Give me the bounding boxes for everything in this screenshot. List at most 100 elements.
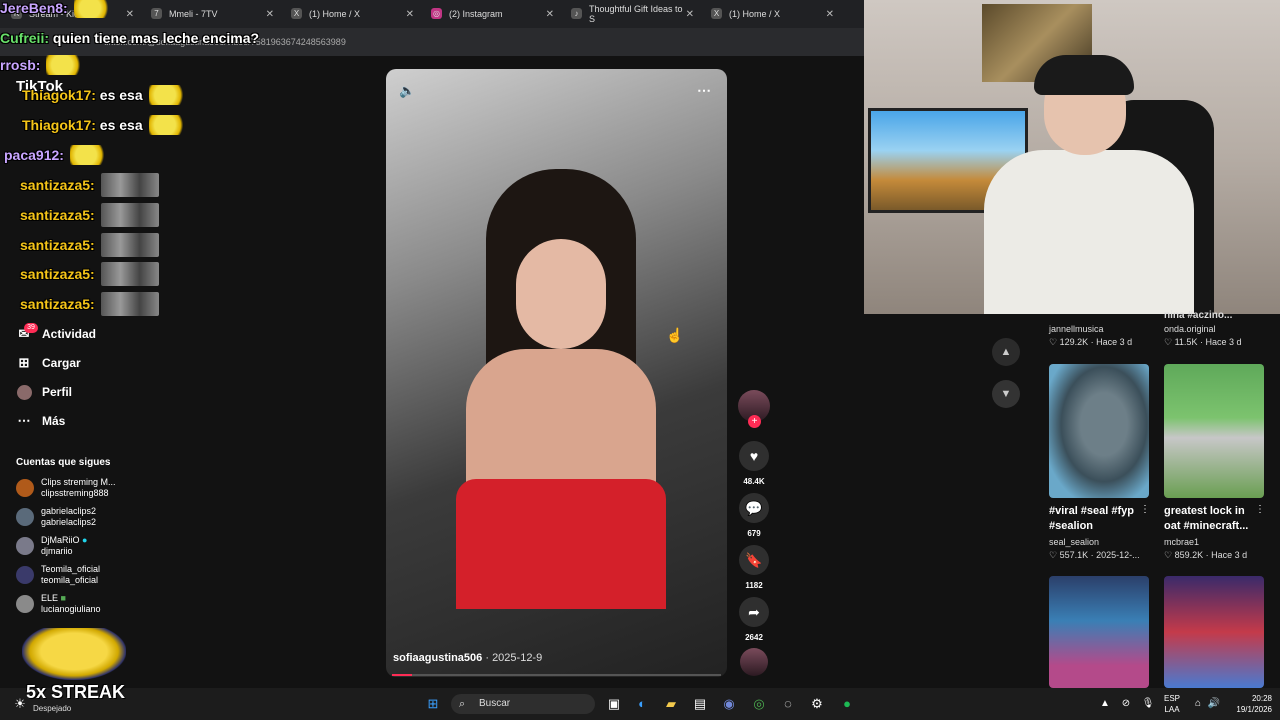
avatar xyxy=(16,508,34,526)
edge-icon[interactable]: ◐ xyxy=(634,696,650,712)
card-title[interactable]: greatest lock in oat #minecraft... xyxy=(1164,504,1256,534)
microphone-icon[interactable]: 🎙 xyxy=(1140,696,1156,712)
close-icon[interactable]: ✕ xyxy=(406,9,414,20)
emote-icon xyxy=(148,115,189,135)
task-view-icon[interactable]: ▣ xyxy=(606,696,622,712)
chevron-up-icon: ▲ xyxy=(1000,346,1012,358)
emote-icon xyxy=(46,55,87,75)
chat-message: Cufreii: quien tiene mas leche encima? xyxy=(0,30,260,46)
close-icon[interactable]: ✕ xyxy=(546,9,554,20)
store-icon[interactable]: ▤ xyxy=(692,696,708,712)
verified-icon: ● xyxy=(82,535,88,545)
app-icon[interactable]: ◌ xyxy=(780,696,796,712)
avatar xyxy=(16,595,34,613)
heart-icon: ♡ xyxy=(1164,550,1173,560)
video-thumbnail[interactable] xyxy=(1049,364,1149,498)
browser-tab[interactable]: ♪ Thoughtful Gift Ideas to S ✕ xyxy=(561,3,700,25)
music-disc-avatar[interactable] xyxy=(740,648,768,676)
chat-message: paca912: xyxy=(4,142,304,168)
browser-tab[interactable]: ◎ (2) Instagram ✕ xyxy=(421,3,560,25)
nav-more[interactable]: ⋯ Más xyxy=(16,413,66,429)
following-item[interactable]: Teomila_oficial teomila_oficial xyxy=(16,562,151,588)
video-caption[interactable]: sofiaagustina506 · 2025-12-9 xyxy=(393,652,542,664)
taskbar-clock[interactable]: 20:28 19/1/2026 xyxy=(1236,693,1272,715)
video-thumbnail[interactable] xyxy=(1049,576,1149,688)
chat-message: rrosb: xyxy=(0,52,300,78)
card-stats: ♡ 129.2K · Hace 3 d xyxy=(1049,337,1133,347)
card-title[interactable]: #viral #seal #fyp #sealion xyxy=(1049,504,1141,534)
emote-icon xyxy=(69,145,110,165)
browser-tab[interactable]: X (1) Home / X ✕ xyxy=(281,3,420,25)
chat-message: santizaza5: xyxy=(20,232,320,258)
card-title[interactable]: nina #aczino... xyxy=(1164,310,1232,321)
chat-message: santizaza5: xyxy=(20,172,320,198)
card-stats: ♡ 11.5K · Hace 3 d xyxy=(1164,337,1242,347)
activity-badge: 39 xyxy=(24,323,38,333)
volume-icon[interactable]: 🔈 xyxy=(399,83,415,99)
profile-icon xyxy=(16,384,32,400)
x-icon: X xyxy=(711,8,722,19)
spotify-icon[interactable]: ● xyxy=(839,696,855,712)
settings-gear-icon[interactable]: ⚙ xyxy=(809,696,825,712)
volume-icon[interactable]: 🔊 xyxy=(1206,696,1222,712)
like-action[interactable]: ♥ 48.4K xyxy=(736,441,772,486)
emote-icon xyxy=(100,262,159,286)
close-icon[interactable]: ✕ xyxy=(826,9,834,20)
search-icon: ⌕ xyxy=(459,698,466,710)
following-item[interactable]: gabrielaclips2 gabrielaclips2 xyxy=(16,504,151,530)
instagram-icon: ◎ xyxy=(431,8,442,19)
card-author[interactable]: jannellmusica xyxy=(1049,324,1104,334)
tiktok-icon: ♪ xyxy=(571,8,582,19)
card-author[interactable]: onda.original xyxy=(1164,324,1216,334)
nav-profile[interactable]: Perfil xyxy=(16,384,72,400)
video-progress[interactable] xyxy=(392,674,721,676)
heart-icon[interactable]: ♥ xyxy=(739,441,769,471)
follow-plus-icon[interactable]: + xyxy=(748,415,761,428)
following-item[interactable]: DjMaRiiO ● djmariio xyxy=(16,533,151,559)
file-explorer-icon[interactable]: ▰ xyxy=(663,696,679,712)
bookmark-action[interactable]: 🔖 1182 xyxy=(736,545,772,590)
chevron-down-icon: ▼ xyxy=(1000,388,1012,400)
following-title: Cuentas que sigues xyxy=(16,457,111,468)
weather-icon[interactable]: ☀ xyxy=(12,696,28,712)
heart-icon: ♡ xyxy=(1049,337,1058,347)
heart-icon: ♡ xyxy=(1164,337,1173,347)
language-indicator[interactable]: ESP LAA xyxy=(1164,693,1180,715)
browser-tab[interactable]: X (1) Home / X ✕ xyxy=(701,3,840,25)
discord-icon[interactable]: ◉ xyxy=(721,696,737,712)
network-off-icon[interactable]: ⊘ xyxy=(1118,696,1134,712)
comment-icon[interactable]: 💬 xyxy=(739,493,769,523)
upload-icon: ⊞ xyxy=(18,355,30,370)
bookmark-icon[interactable]: 🔖 xyxy=(739,545,769,575)
scroll-down-button[interactable]: ▼ xyxy=(992,380,1020,408)
share-icon[interactable]: ➦ xyxy=(739,597,769,627)
card-author[interactable]: mcbrae1 xyxy=(1164,537,1199,547)
more-options-icon[interactable]: ⋮ xyxy=(1255,504,1265,515)
chrome-icon[interactable]: ◎ xyxy=(751,696,767,712)
taskbar-search-input[interactable]: ⌕ Buscar xyxy=(451,694,595,714)
chevron-up-icon[interactable]: ▲ xyxy=(1097,696,1113,712)
card-author[interactable]: seal_sealion xyxy=(1049,537,1099,547)
emote-icon xyxy=(148,85,189,105)
video-subject xyxy=(446,169,676,677)
flag-icon: ■ xyxy=(60,593,66,603)
emote-icon xyxy=(100,173,159,197)
card-stats: ♡ 557.1K · 2025-12-... xyxy=(1049,550,1140,560)
more-options-icon[interactable]: ⋯ xyxy=(697,82,711,99)
more-options-icon[interactable]: ⋮ xyxy=(1140,504,1150,515)
windows-start-icon[interactable]: ⊞ xyxy=(425,696,441,712)
minion-emote-icon xyxy=(22,628,126,680)
close-icon[interactable]: ✕ xyxy=(686,9,694,20)
comment-action[interactable]: 💬 679 xyxy=(736,493,772,538)
following-item[interactable]: Clips streming M... clipsstreming888 xyxy=(16,475,151,501)
avatar xyxy=(16,537,34,555)
video-player[interactable] xyxy=(386,69,727,677)
scroll-up-button[interactable]: ▲ xyxy=(992,338,1020,366)
following-item[interactable]: ELE ■ lucianogiuliano xyxy=(16,591,151,617)
network-icon[interactable]: ⌂ xyxy=(1190,696,1206,712)
nav-upload[interactable]: ⊞ Cargar xyxy=(16,355,81,371)
emote-icon xyxy=(100,233,159,257)
video-thumbnail[interactable] xyxy=(1164,576,1264,688)
video-thumbnail[interactable] xyxy=(1164,364,1264,498)
share-action[interactable]: ➦ 2642 xyxy=(736,597,772,642)
